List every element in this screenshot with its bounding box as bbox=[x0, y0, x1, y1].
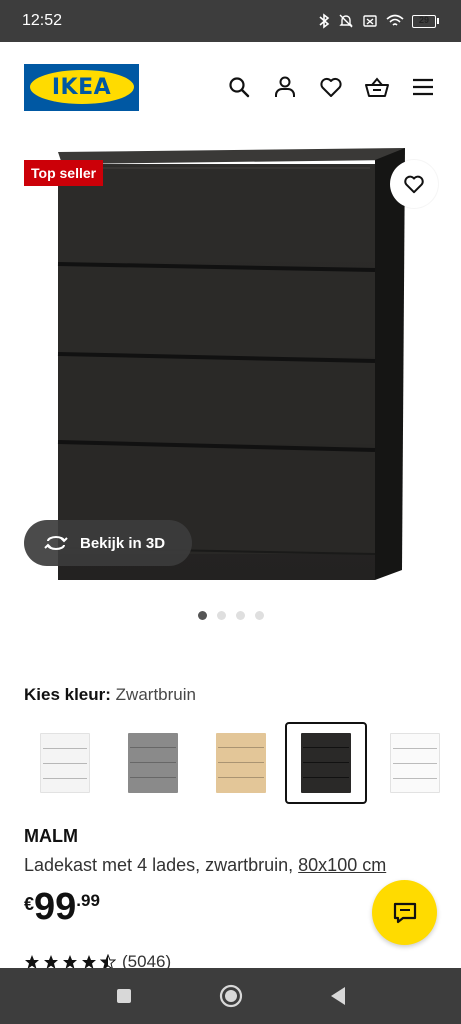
recent-apps-button[interactable] bbox=[109, 981, 139, 1011]
home-circle-icon bbox=[219, 984, 242, 1008]
mute-bell-icon bbox=[339, 14, 353, 28]
square-icon bbox=[116, 989, 131, 1003]
home-button[interactable] bbox=[216, 981, 246, 1011]
product-description: Ladekast met 4 lades, zwartbruin, 80x100… bbox=[24, 855, 386, 876]
header-icons bbox=[225, 73, 437, 101]
status-bar: 12:52 29 bbox=[0, 0, 461, 42]
product-description-text: Ladekast met 4 lades, zwartbruin, bbox=[24, 855, 294, 875]
no-sim-icon bbox=[363, 15, 377, 27]
status-icons: 29 bbox=[318, 13, 439, 29]
color-label: Kies kleur: Zwartbruin bbox=[24, 685, 196, 705]
wishlist-heart-icon[interactable] bbox=[317, 73, 345, 101]
top-seller-badge: Top seller bbox=[24, 160, 104, 186]
logo-text: IKEA bbox=[51, 74, 112, 100]
gallery-dots bbox=[198, 611, 264, 620]
color-label-value: Zwartbruin bbox=[115, 685, 196, 704]
back-triangle-icon bbox=[330, 987, 345, 1005]
price-integer: 99 bbox=[34, 886, 77, 928]
product-name: MALM bbox=[24, 826, 78, 846]
ikea-logo[interactable]: IKEA bbox=[24, 63, 139, 111]
swatch-black-brown[interactable] bbox=[285, 722, 367, 804]
chat-icon bbox=[393, 902, 416, 923]
account-icon[interactable] bbox=[271, 73, 299, 101]
rotate-3d-icon bbox=[44, 536, 68, 550]
view-in-3d-button[interactable]: Bekijk in 3D bbox=[24, 520, 192, 566]
bluetooth-icon bbox=[319, 13, 330, 29]
menu-icon[interactable] bbox=[409, 73, 437, 101]
favorite-button[interactable] bbox=[390, 160, 438, 208]
gallery-dot[interactable] bbox=[236, 611, 245, 620]
wifi-icon bbox=[386, 14, 404, 26]
price-currency: € bbox=[24, 894, 35, 914]
search-icon[interactable] bbox=[225, 73, 253, 101]
system-nav-bar bbox=[0, 968, 461, 1024]
swatch-white[interactable] bbox=[24, 722, 106, 804]
gallery-dot[interactable] bbox=[217, 611, 226, 620]
header: IKEA bbox=[0, 42, 461, 132]
swatch-grey[interactable] bbox=[112, 722, 194, 804]
color-label-title: Kies kleur: bbox=[24, 685, 111, 704]
view-in-3d-label: Bekijk in 3D bbox=[80, 534, 166, 552]
product-price: € 99 .99 bbox=[24, 886, 100, 928]
heart-icon bbox=[404, 175, 424, 194]
status-time: 12:52 bbox=[22, 12, 63, 29]
shopping-basket-icon[interactable] bbox=[363, 73, 391, 101]
battery-icon: 29 bbox=[412, 14, 439, 28]
swatch-oak[interactable] bbox=[200, 722, 282, 804]
price-decimal: .99 bbox=[76, 891, 100, 910]
product-size-link[interactable]: 80x100 cm bbox=[298, 855, 386, 875]
gallery-dot[interactable] bbox=[255, 611, 264, 620]
chat-button[interactable] bbox=[372, 880, 437, 945]
swatch-white-gloss[interactable] bbox=[374, 722, 456, 804]
gallery-dot[interactable] bbox=[198, 611, 207, 620]
color-swatches bbox=[24, 722, 461, 804]
back-button[interactable] bbox=[323, 981, 353, 1011]
